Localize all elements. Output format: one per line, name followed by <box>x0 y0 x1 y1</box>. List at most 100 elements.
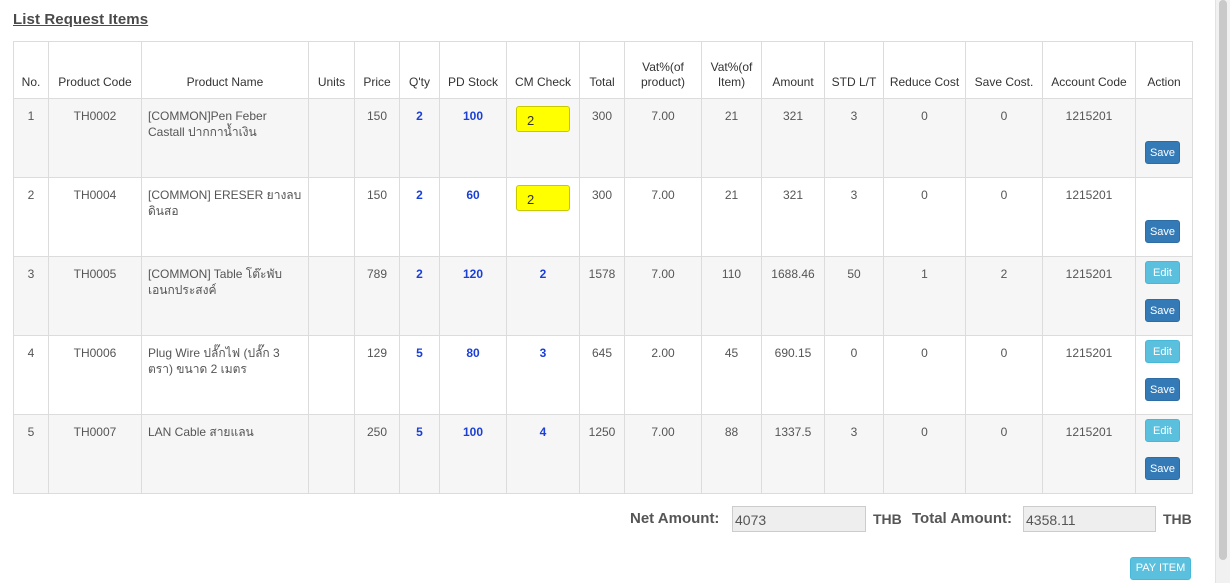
column-header: Reduce Cost <box>883 41 966 99</box>
pd-stock: 100 <box>439 414 507 494</box>
column-header: Price <box>354 41 400 99</box>
amount: 1337.5 <box>761 414 825 494</box>
column-header: Account Code <box>1042 41 1136 99</box>
column-header: Total <box>579 41 625 99</box>
price: 150 <box>354 98 400 178</box>
std-lt: 50 <box>824 256 884 336</box>
vat-product: 7.00 <box>624 414 702 494</box>
column-header: Q'ty <box>399 41 440 99</box>
column-header: Vat%(of product) <box>624 41 702 99</box>
vertical-scrollbar[interactable] <box>1215 0 1230 583</box>
pd-stock: 80 <box>439 335 507 415</box>
pd-stock: 60 <box>439 177 507 257</box>
save-cost: 0 <box>965 335 1043 415</box>
edit-button[interactable]: Edit <box>1145 261 1180 284</box>
cm-check-value: 2 <box>506 256 580 336</box>
std-lt: 3 <box>824 177 884 257</box>
action-cell: Save <box>1135 98 1193 178</box>
quantity: 2 <box>399 177 440 257</box>
product-code: TH0005 <box>48 256 142 336</box>
action-cell: Edit Save <box>1135 414 1193 494</box>
account-code: 1215201 <box>1042 335 1136 415</box>
cm-check-input[interactable]: 2 <box>516 106 570 132</box>
product-name: [COMMON] Table โต๊ะพับเอนกประสงค์ <box>141 256 309 336</box>
table-header-row: No. Product Code Product Name Units Pric… <box>13 41 1193 99</box>
save-cost: 0 <box>965 414 1043 494</box>
net-amount-label: Net Amount: <box>630 510 720 527</box>
reduce-cost: 0 <box>883 414 966 494</box>
table-row: 1 TH0002 [COMMON]Pen Feber Castall ปากกา… <box>13 98 1193 178</box>
vat-product: 7.00 <box>624 256 702 336</box>
save-button[interactable]: Save <box>1145 457 1180 480</box>
quantity: 5 <box>399 335 440 415</box>
save-button[interactable]: Save <box>1145 299 1180 322</box>
product-name: LAN Cable สายแลน <box>141 414 309 494</box>
price: 150 <box>354 177 400 257</box>
action-cell: Save <box>1135 177 1193 257</box>
action-cell: Edit Save <box>1135 335 1193 415</box>
quantity: 2 <box>399 256 440 336</box>
account-code: 1215201 <box>1042 98 1136 178</box>
cm-check-value: 3 <box>506 335 580 415</box>
units <box>308 414 355 494</box>
save-button[interactable]: Save <box>1145 220 1180 243</box>
amount: 321 <box>761 98 825 178</box>
reduce-cost: 0 <box>883 335 966 415</box>
price: 250 <box>354 414 400 494</box>
account-code: 1215201 <box>1042 256 1136 336</box>
action-cell: Edit Save <box>1135 256 1193 336</box>
total: 300 <box>579 177 625 257</box>
net-amount-unit: THB <box>873 511 902 527</box>
cm-check-cell: 2 <box>506 177 580 257</box>
units <box>308 98 355 178</box>
cm-check-value: 4 <box>506 414 580 494</box>
units <box>308 335 355 415</box>
price: 129 <box>354 335 400 415</box>
save-cost: 2 <box>965 256 1043 336</box>
cm-check-input[interactable]: 2 <box>516 185 570 211</box>
save-button[interactable]: Save <box>1145 141 1180 164</box>
reduce-cost: 0 <box>883 177 966 257</box>
vat-item: 45 <box>701 335 762 415</box>
column-header: Action <box>1135 41 1193 99</box>
product-name: Plug Wire ปลั๊กไฟ (ปลั๊ก 3 ตรา) ขนาด 2 เ… <box>141 335 309 415</box>
total-amount-field[interactable]: 4358.11 <box>1023 506 1156 532</box>
product-code: TH0006 <box>48 335 142 415</box>
quantity: 5 <box>399 414 440 494</box>
account-code: 1215201 <box>1042 177 1136 257</box>
section-title: List Request Items <box>13 11 149 28</box>
request-items-table: No. Product Code Product Name Units Pric… <box>13 41 1193 494</box>
vat-item: 110 <box>701 256 762 336</box>
column-header: Amount <box>761 41 825 99</box>
table-row: 5 TH0007 LAN Cable สายแลน 250 5 100 4 12… <box>13 414 1193 494</box>
row-number: 5 <box>13 414 49 494</box>
save-cost: 0 <box>965 98 1043 178</box>
amount: 321 <box>761 177 825 257</box>
std-lt: 0 <box>824 335 884 415</box>
edit-button[interactable]: Edit <box>1145 340 1180 363</box>
edit-button[interactable]: Edit <box>1145 419 1180 442</box>
column-header: STD L/T <box>824 41 884 99</box>
column-header: PD Stock <box>439 41 507 99</box>
row-number: 2 <box>13 177 49 257</box>
scrollbar-thumb[interactable] <box>1219 0 1227 560</box>
column-header: Vat%(of Item) <box>701 41 762 99</box>
product-name: [COMMON] ERESER ยางลบดินสอ <box>141 177 309 257</box>
table-row: 2 TH0004 [COMMON] ERESER ยางลบดินสอ 150 … <box>13 177 1193 257</box>
account-code: 1215201 <box>1042 414 1136 494</box>
row-number: 3 <box>13 256 49 336</box>
column-header: CM Check <box>506 41 580 99</box>
net-amount-field[interactable]: 4073 <box>732 506 866 532</box>
total-amount-label: Total Amount: <box>912 510 1012 527</box>
vat-item: 88 <box>701 414 762 494</box>
table-row: 4 TH0006 Plug Wire ปลั๊กไฟ (ปลั๊ก 3 ตรา)… <box>13 335 1193 415</box>
column-header: Product Code <box>48 41 142 99</box>
pd-stock: 120 <box>439 256 507 336</box>
save-button[interactable]: Save <box>1145 378 1180 401</box>
reduce-cost: 0 <box>883 98 966 178</box>
reduce-cost: 1 <box>883 256 966 336</box>
cm-check-cell: 2 <box>506 98 580 178</box>
units <box>308 177 355 257</box>
pay-item-button[interactable]: PAY ITEM <box>1130 557 1191 580</box>
row-number: 1 <box>13 98 49 178</box>
